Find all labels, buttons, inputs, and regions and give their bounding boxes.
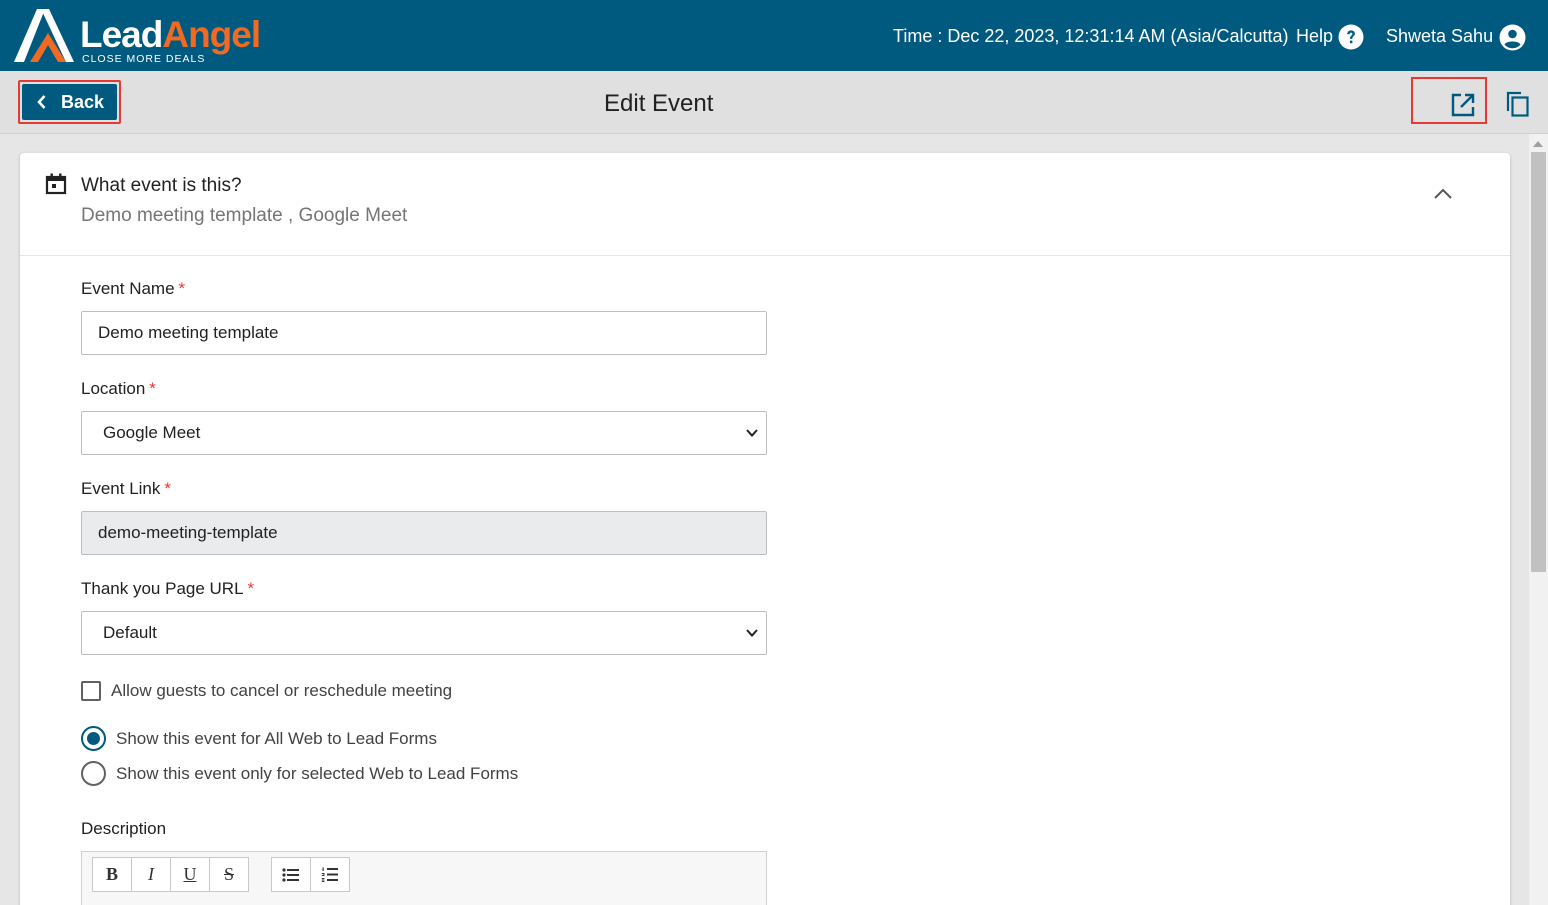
card-title: What event is this? bbox=[81, 175, 242, 196]
help-link[interactable]: Help bbox=[1296, 26, 1333, 47]
chevron-up-icon[interactable] bbox=[1432, 186, 1454, 202]
card-divider bbox=[20, 255, 1510, 256]
allow-guests-label[interactable]: Allow guests to cancel or reschedule mee… bbox=[111, 681, 452, 701]
chevron-down-icon bbox=[746, 429, 758, 437]
calendar-icon bbox=[45, 173, 67, 195]
radio-all-forms[interactable] bbox=[81, 726, 106, 751]
scrollbar-thumb[interactable] bbox=[1531, 152, 1546, 572]
list-toolbar-group bbox=[271, 857, 350, 892]
event-link-input bbox=[81, 511, 767, 555]
event-name-input[interactable] bbox=[81, 311, 767, 355]
card-summary: Demo meeting template , Google Meet bbox=[81, 205, 408, 226]
event-name-label: Event Name * bbox=[81, 279, 186, 298]
thank-you-url-select[interactable]: Default bbox=[81, 611, 767, 655]
event-link-label: Event Link * bbox=[81, 479, 172, 498]
scroll-up-arrow-icon[interactable] bbox=[1533, 141, 1543, 147]
open-in-new-icon[interactable] bbox=[1450, 92, 1476, 118]
logo-triangle-icon bbox=[14, 9, 74, 62]
page-title: Edit Event bbox=[604, 90, 714, 117]
user-name[interactable]: Shweta Sahu bbox=[1386, 26, 1493, 47]
logo-wordmark: LeadAngel bbox=[80, 14, 261, 55]
chevron-left-icon bbox=[37, 95, 46, 109]
page-toolbar bbox=[0, 71, 1548, 134]
radio-all-forms-label[interactable]: Show this event for All Web to Lead Form… bbox=[116, 729, 437, 749]
leadangel-logo[interactable]: LeadAngel CLOSE MORE DEALS bbox=[10, 5, 290, 67]
current-time: Time : Dec 22, 2023, 12:31:14 AM (Asia/C… bbox=[893, 26, 1289, 46]
radio-selected-forms[interactable] bbox=[81, 761, 106, 786]
format-toolbar-group: B I U S bbox=[92, 857, 249, 892]
allow-guests-checkbox[interactable] bbox=[81, 681, 101, 701]
numbered-list-button[interactable] bbox=[310, 857, 350, 892]
account-circle-icon[interactable] bbox=[1499, 24, 1526, 51]
italic-button[interactable]: I bbox=[131, 857, 171, 892]
location-label: Location * bbox=[81, 379, 156, 398]
underline-button[interactable]: U bbox=[170, 857, 210, 892]
back-button-label: Back bbox=[61, 92, 105, 112]
copy-icon[interactable] bbox=[1505, 90, 1531, 118]
logo-tagline: CLOSE MORE DEALS bbox=[82, 53, 206, 65]
thank-you-url-label: Thank you Page URL * bbox=[81, 579, 255, 598]
thank-you-url-select-value: Default bbox=[103, 623, 157, 642]
strikethrough-button[interactable]: S bbox=[209, 857, 249, 892]
location-select-value: Google Meet bbox=[103, 423, 201, 442]
location-select[interactable]: Google Meet bbox=[81, 411, 767, 455]
bullet-list-icon bbox=[282, 867, 299, 882]
radio-selected-dot bbox=[87, 732, 100, 745]
help-circle-icon[interactable] bbox=[1338, 24, 1364, 50]
bold-button[interactable]: B bbox=[92, 857, 132, 892]
numbered-list-icon bbox=[321, 867, 338, 882]
bullet-list-button[interactable] bbox=[271, 857, 311, 892]
radio-selected-forms-label[interactable]: Show this event only for selected Web to… bbox=[116, 764, 518, 784]
chevron-down-icon bbox=[746, 629, 758, 637]
back-button[interactable]: Back bbox=[22, 84, 117, 120]
description-label: Description bbox=[81, 819, 167, 838]
